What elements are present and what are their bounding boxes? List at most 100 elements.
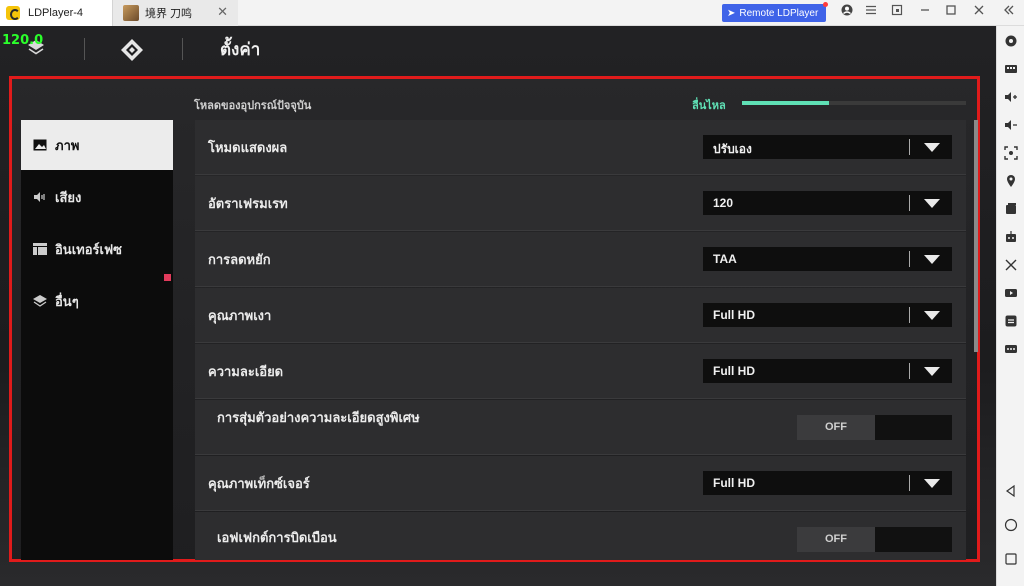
remote-ldplayer-label: Remote LDPlayer <box>739 7 819 19</box>
game-app-icon <box>123 5 139 21</box>
display-mode-select[interactable]: ปรับเอง <box>703 135 952 159</box>
maximize-icon[interactable] <box>942 4 960 22</box>
ldplayer-logo-icon <box>6 6 20 20</box>
keyboard-icon[interactable] <box>1004 62 1018 76</box>
setting-row-frame-rate: อัตราเฟรมเรท 120 <box>195 176 966 231</box>
menu-item-other-label: อื่นๆ <box>55 294 79 310</box>
setting-row-display-mode: โหมดแสดงผล ปรับเอง <box>195 120 966 175</box>
tab-ldplayer[interactable]: LDPlayer-4 <box>0 0 112 26</box>
account-icon[interactable] <box>838 4 856 22</box>
select-value: TAA <box>713 252 737 266</box>
menu-item-interface[interactable]: อินเทอร์เฟซ <box>21 224 173 274</box>
select-value: 120 <box>713 196 734 210</box>
layers-icon <box>33 295 47 307</box>
super-sampling-toggle[interactable]: OFF <box>797 415 952 440</box>
setting-label: คุณภาพเท็กซ์เจอร์ <box>208 477 310 492</box>
setting-label: คุณภาพเงา <box>208 309 272 324</box>
setting-row-anti-aliasing: การลดหยัก TAA <box>195 232 966 287</box>
menu-icon[interactable] <box>862 4 880 22</box>
setting-row-shadow-quality: คุณภาพเงา Full HD <box>195 288 966 343</box>
recent-apps-icon[interactable] <box>1004 552 1018 566</box>
shadow-quality-select[interactable]: Full HD <box>703 303 952 327</box>
remote-icon: ➤ <box>727 7 736 19</box>
setting-row-super-sampling: การสุ่มตัวอย่างความละเอียดสูงพิเศษ OFF <box>195 400 966 455</box>
image-icon <box>33 139 47 151</box>
menu-item-audio[interactable]: เสียง <box>21 172 173 222</box>
setting-row-resolution: ความละเอียด Full HD <box>195 344 966 399</box>
dropdown-arrow-icon <box>924 367 940 376</box>
diamond-menu-icon[interactable] <box>120 38 144 62</box>
setting-label: เอฟเฟกต์การบิดเบือน <box>217 531 337 546</box>
dropdown-arrow-icon <box>924 255 940 264</box>
select-value: ปรับเอง <box>713 142 752 156</box>
notification-marker <box>164 274 171 281</box>
remote-ldplayer-button[interactable]: ➤ Remote LDPlayer <box>722 2 828 22</box>
setting-label: อัตราเฟรมเรท <box>208 197 288 212</box>
menu-item-interface-label: อินเทอร์เฟซ <box>55 242 122 258</box>
frame-rate-select[interactable]: 120 <box>703 191 952 215</box>
screenshot-icon[interactable] <box>1004 146 1018 160</box>
setting-label: โหมดแสดงผล <box>208 141 288 156</box>
settings-gear-icon[interactable] <box>1004 34 1018 48</box>
minimize-icon[interactable] <box>916 4 934 22</box>
collapse-sidebar-icon[interactable] <box>1000 4 1018 22</box>
setting-label: การลดหยัก <box>208 253 271 268</box>
dropdown-arrow-icon <box>924 311 940 320</box>
toggle-state: OFF <box>797 415 875 440</box>
select-divider <box>909 251 910 267</box>
title-bar: LDPlayer-4 境界 刀鸣 ✕ ➤ Remote LDPlayer <box>0 0 1024 26</box>
select-divider <box>909 195 910 211</box>
multi-instance-icon[interactable] <box>1004 202 1018 216</box>
sync-icon[interactable] <box>1004 314 1018 328</box>
layout-icon <box>33 243 47 255</box>
settings-category-menu: ภาพ เสียง อินเทอร์เฟซ อื่นๆ <box>21 120 173 560</box>
setting-row-distortion-effect: เอฟเฟกต์การบิดเบือน OFF <box>195 512 966 560</box>
select-divider <box>909 307 910 323</box>
tab-game-label: 境界 刀鸣 <box>145 8 193 20</box>
menu-item-graphics-label: ภาพ <box>55 138 80 154</box>
volume-up-icon[interactable] <box>1004 90 1018 104</box>
select-value: Full HD <box>713 364 755 378</box>
close-icon[interactable] <box>970 4 988 22</box>
tab-close-icon[interactable]: ✕ <box>217 5 228 20</box>
emulator-toolbar <box>996 26 1024 586</box>
home-icon[interactable] <box>1004 518 1018 532</box>
more-icon[interactable] <box>1004 342 1018 356</box>
texture-quality-select[interactable]: Full HD <box>703 471 952 495</box>
device-load-label: โหลดของอุปกรณ์ปัจจุบัน <box>194 99 312 112</box>
menu-item-other[interactable]: อื่นๆ <box>21 276 173 326</box>
notification-dot <box>823 2 828 7</box>
robot-icon[interactable] <box>1004 230 1018 244</box>
anti-aliasing-select[interactable]: TAA <box>703 247 952 271</box>
device-load-fill <box>742 101 830 105</box>
setting-label: การสุ่มตัวอย่างความละเอียดสูงพิเศษ <box>217 411 420 426</box>
back-icon[interactable] <box>1004 484 1018 498</box>
volume-down-icon[interactable] <box>1004 118 1018 132</box>
select-value: Full HD <box>713 308 755 322</box>
resolution-select[interactable]: Full HD <box>703 359 952 383</box>
toggle-state: OFF <box>797 527 875 552</box>
restore-window-icon[interactable] <box>888 4 906 22</box>
load-status-label: ลื่นไหล <box>692 99 726 112</box>
speaker-icon <box>33 191 47 203</box>
dropdown-arrow-icon <box>924 199 940 208</box>
location-icon[interactable] <box>1004 174 1018 188</box>
scissors-icon[interactable] <box>1004 258 1018 272</box>
menu-item-audio-label: เสียง <box>55 190 82 206</box>
select-value: Full HD <box>713 476 755 490</box>
graphics-settings-list: โหมดแสดงผล ปรับเอง อัตราเฟรมเรท 120 การล… <box>195 120 966 560</box>
setting-label: ความละเอียด <box>208 365 284 380</box>
tab-game[interactable]: 境界 刀鸣 ✕ <box>112 0 238 26</box>
settings-scrollbar[interactable] <box>974 120 978 352</box>
menu-item-graphics[interactable]: ภาพ <box>21 120 173 170</box>
toolbar-separator <box>84 38 85 60</box>
device-load-bar <box>742 101 966 105</box>
record-video-icon[interactable] <box>1004 286 1018 300</box>
distortion-effect-toggle[interactable]: OFF <box>797 527 952 552</box>
dropdown-arrow-icon <box>924 143 940 152</box>
tab-ldplayer-label: LDPlayer-4 <box>28 7 84 19</box>
select-divider <box>909 363 910 379</box>
toolbar-separator <box>182 38 183 60</box>
fps-counter: 120.0 <box>2 33 44 48</box>
setting-row-texture-quality: คุณภาพเท็กซ์เจอร์ Full HD <box>195 456 966 511</box>
